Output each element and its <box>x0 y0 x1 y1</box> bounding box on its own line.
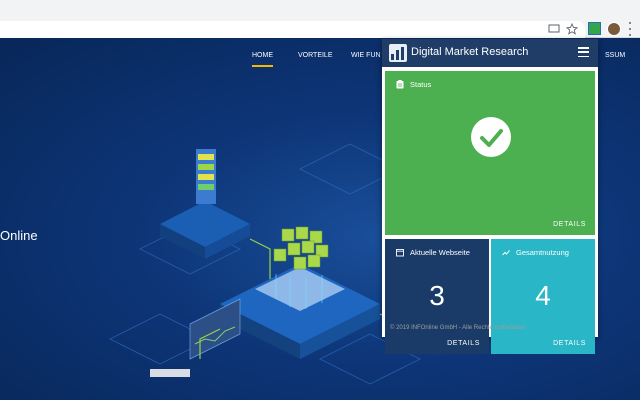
current-website-count: 3 <box>429 280 445 311</box>
total-usage-count: 4 <box>535 280 551 311</box>
extension-popup: Digital Market Research Status DETAILS A… <box>382 39 598 354</box>
browser-menu-icon[interactable] <box>627 22 633 36</box>
app-logo-icon <box>389 44 407 62</box>
hero-headline: Online <box>0 228 38 243</box>
address-bar[interactable] <box>0 21 585 38</box>
extension-icon[interactable] <box>588 22 601 35</box>
nav-impressum[interactable]: SSUM <box>605 52 625 59</box>
total-usage-card-header: Gesamtnutzung <box>502 248 569 257</box>
cast-icon[interactable] <box>548 23 560 35</box>
status-label: Status <box>410 80 432 89</box>
trending-up-icon <box>502 250 510 256</box>
clipboard-icon <box>396 80 404 89</box>
browser-toolbar <box>0 0 640 38</box>
current-website-card-header: Aktuelle Webseite <box>396 248 470 257</box>
total-usage-details-button[interactable]: DETAILS <box>553 340 586 347</box>
browser-window-icon <box>396 249 404 257</box>
popup-footer: © 2019 INFOnline GmbH - Alle Rechte vorb… <box>390 325 526 331</box>
hamburger-menu-icon[interactable] <box>578 47 589 57</box>
popup-title: Digital Market Research <box>411 46 529 58</box>
total-usage-card: Gesamtnutzung 4 DETAILS <box>491 239 595 354</box>
status-details-button[interactable]: DETAILS <box>553 221 586 228</box>
status-card-header: Status <box>396 80 431 89</box>
current-website-details-button[interactable]: DETAILS <box>447 340 480 347</box>
checkmark-icon <box>471 117 511 157</box>
nav-vorteile[interactable]: VORTEILE <box>298 52 333 59</box>
popup-header: Digital Market Research <box>382 39 598 67</box>
current-website-card: Aktuelle Webseite 3 DETAILS <box>385 239 489 354</box>
nav-home[interactable]: HOME <box>252 52 273 59</box>
toolbar-icons <box>548 22 578 36</box>
server-tower <box>160 149 250 259</box>
nav-active-underline <box>252 65 273 67</box>
current-website-label: Aktuelle Webseite <box>410 248 470 257</box>
avatar[interactable] <box>607 22 621 36</box>
total-usage-label: Gesamtnutzung <box>516 248 569 257</box>
status-card: Status DETAILS <box>385 71 595 235</box>
nav-wie-funktioniert[interactable]: WIE FUN <box>351 52 381 59</box>
star-icon[interactable] <box>566 23 578 35</box>
